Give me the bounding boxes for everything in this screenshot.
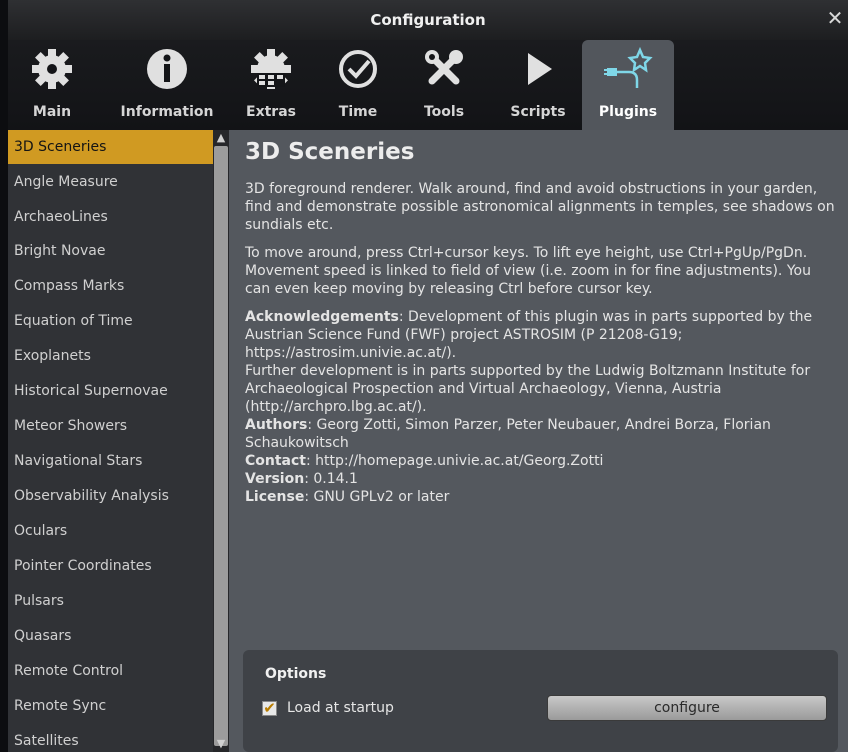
scroll-down-icon[interactable]: ▼	[213, 736, 229, 752]
window-title: Configuration	[370, 11, 486, 29]
ack-label: Acknowledgements	[245, 309, 399, 325]
tab-information-label: Information	[120, 104, 214, 120]
tab-bar: Main Information Extras Time Tools Scrip…	[8, 40, 848, 130]
plugin-desc-2: To move around, press Ctrl+cursor keys. …	[245, 245, 811, 297]
tab-tools[interactable]: Tools	[412, 40, 476, 130]
scroll-up-icon[interactable]: ▲	[213, 130, 229, 146]
list-item[interactable]: Exoplanets	[8, 339, 213, 373]
contact: Contact: http://homepage.univie.ac.at/Ge…	[245, 452, 835, 470]
tab-tools-label: Tools	[423, 104, 465, 120]
license-text: : GNU GPLv2 or later	[304, 489, 450, 505]
list-item[interactable]: Angle Measure	[8, 165, 213, 199]
tab-plugins[interactable]: Plugins	[582, 40, 674, 130]
list-item[interactable]: Bright Novae	[8, 234, 213, 268]
title-bar[interactable]: Configuration ✕	[8, 0, 848, 40]
scrollbar-thumb[interactable]	[214, 146, 228, 746]
tab-main[interactable]: Main	[12, 40, 92, 130]
tab-extras[interactable]: Extras	[236, 40, 306, 130]
list-item[interactable]: 3D Sceneries	[8, 130, 213, 164]
list-item[interactable]: Quasars	[8, 619, 213, 653]
authors: Authors: Georg Zotti, Simon Parzer, Pete…	[245, 416, 835, 452]
plugin-title: 3D Sceneries	[245, 139, 415, 165]
list-item[interactable]: Oculars	[8, 514, 213, 548]
list-item[interactable]: Navigational Stars	[8, 444, 213, 478]
version-text: : 0.14.1	[304, 471, 358, 487]
options-group: Options ✔ Load at startup configure	[243, 650, 838, 752]
authors-text: : Georg Zotti, Simon Parzer, Peter Neuba…	[245, 417, 771, 451]
authors-label: Authors	[245, 417, 308, 433]
tab-extras-label: Extras	[246, 104, 296, 120]
play-icon	[502, 46, 574, 92]
further-development: Further development is in parts supporte…	[245, 363, 811, 415]
plugin-credits: Acknowledgements: Development of this pl…	[245, 308, 835, 506]
tab-scripts[interactable]: Scripts	[502, 40, 574, 130]
plugin-icon	[582, 46, 674, 92]
configure-button[interactable]: configure	[547, 695, 827, 721]
plugin-details-panel: 3D Sceneries 3D foreground renderer. Wal…	[229, 130, 848, 752]
configuration-window: Configuration ✕ Main Information Extras …	[8, 0, 848, 752]
license-label: License	[245, 489, 305, 505]
list-item[interactable]: Pointer Coordinates	[8, 549, 213, 583]
gear-icon	[12, 46, 92, 92]
tab-time-label: Time	[338, 104, 378, 120]
version: Version: 0.14.1	[245, 470, 835, 488]
list-item[interactable]: Compass Marks	[8, 269, 213, 303]
extras-gear-icon	[236, 46, 306, 92]
list-item[interactable]: Remote Control	[8, 654, 213, 688]
license: License: GNU GPLv2 or later	[245, 488, 835, 506]
list-item[interactable]: Historical Supernovae	[8, 374, 213, 408]
clock-icon	[328, 46, 388, 92]
plugin-list-scrollbar[interactable]: ▲ ▼	[213, 130, 229, 752]
load-at-startup-label[interactable]: Load at startup	[287, 700, 394, 716]
list-item[interactable]: Meteor Showers	[8, 409, 213, 443]
close-icon[interactable]: ✕	[824, 7, 846, 29]
list-item[interactable]: Observability Analysis	[8, 479, 213, 513]
list-item[interactable]: Remote Sync	[8, 689, 213, 723]
tab-main-label: Main	[32, 104, 72, 120]
contact-label: Contact	[245, 453, 306, 469]
load-at-startup-checkbox[interactable]: ✔	[262, 701, 277, 716]
list-item[interactable]: ArchaeoLines	[8, 200, 213, 234]
info-icon	[108, 46, 226, 92]
list-item[interactable]: Pulsars	[8, 584, 213, 618]
plugin-description: 3D Sceneries 3D foreground renderer. Wal…	[245, 138, 835, 506]
list-item[interactable]: Equation of Time	[8, 304, 213, 338]
acknowledgements: Acknowledgements: Development of this pl…	[245, 308, 835, 362]
tab-plugins-label: Plugins	[598, 104, 658, 120]
plugin-desc-1: 3D foreground renderer. Walk around, fin…	[245, 181, 835, 233]
plugin-list[interactable]: 3D Sceneries Angle Measure ArchaeoLines …	[8, 130, 213, 752]
tab-scripts-label: Scripts	[510, 104, 566, 120]
options-title: Options	[265, 666, 327, 682]
tab-time[interactable]: Time	[328, 40, 388, 130]
contact-text: : http://homepage.univie.ac.at/Georg.Zot…	[306, 453, 604, 469]
tab-information[interactable]: Information	[108, 40, 226, 130]
version-label: Version	[245, 471, 305, 487]
list-item[interactable]: Satellites	[8, 724, 213, 752]
tools-icon	[412, 46, 476, 92]
